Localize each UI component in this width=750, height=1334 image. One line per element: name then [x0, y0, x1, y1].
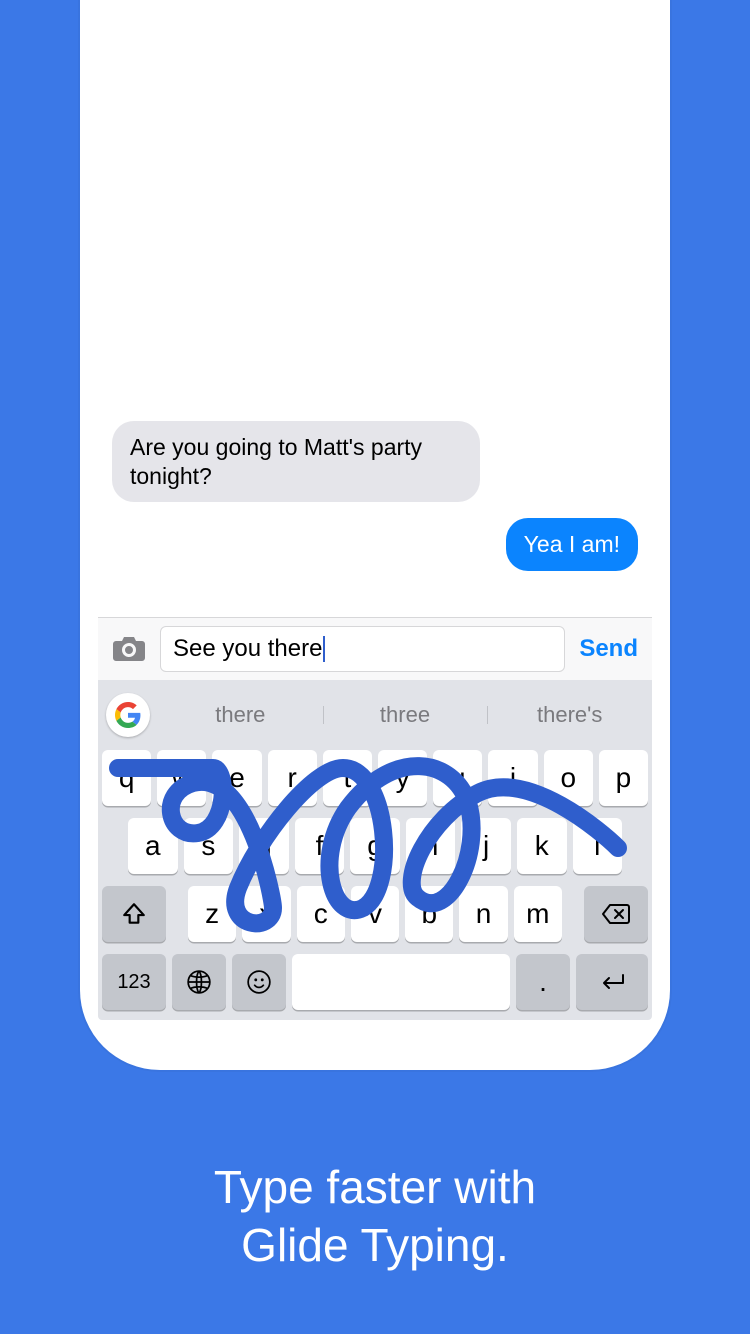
numbers-key[interactable]: 123: [102, 954, 166, 1010]
key-y[interactable]: y: [378, 750, 427, 806]
suggestion-2-text: three: [380, 702, 430, 727]
shift-icon: [121, 901, 147, 927]
globe-key[interactable]: [172, 954, 226, 1010]
key-row-4: 123 .: [98, 948, 652, 1020]
return-icon: [597, 972, 627, 992]
backspace-icon: [601, 902, 631, 926]
compose-bar: See you there Send: [98, 617, 652, 680]
key-x[interactable]: x: [242, 886, 290, 942]
chat-area: Are you going to Matt's party tonight? Y…: [98, 0, 652, 617]
key-u[interactable]: u: [433, 750, 482, 806]
outgoing-message-text: Yea I am!: [524, 531, 620, 557]
keyboard: there three there's q w e r t y u i o p …: [98, 680, 652, 1020]
suggestions: there three there's: [158, 702, 652, 728]
key-row-3: z x c v b n m: [98, 880, 652, 948]
suggestion-1-text: there: [215, 702, 265, 727]
key-m[interactable]: m: [514, 886, 562, 942]
suggestion-3[interactable]: there's: [487, 702, 652, 728]
key-c[interactable]: c: [297, 886, 345, 942]
key-q[interactable]: q: [102, 750, 151, 806]
key-l[interactable]: l: [573, 818, 623, 874]
incoming-message: Are you going to Matt's party tonight?: [112, 421, 480, 503]
tagline: Type faster with Glide Typing.: [0, 1159, 750, 1274]
key-row-2: a s d f g h j k l: [98, 812, 652, 880]
backspace-key[interactable]: [584, 886, 648, 942]
emoji-key[interactable]: [232, 954, 286, 1010]
suggestion-2[interactable]: three: [323, 702, 488, 728]
camera-button[interactable]: [108, 631, 150, 667]
suggestion-3-text: there's: [537, 702, 602, 727]
tagline-line-2: Glide Typing.: [0, 1217, 750, 1275]
shift-key[interactable]: [102, 886, 166, 942]
suggestion-row: there three there's: [98, 686, 652, 744]
key-z[interactable]: z: [188, 886, 236, 942]
phone-frame: Are you going to Matt's party tonight? Y…: [80, 0, 670, 1070]
key-i[interactable]: i: [488, 750, 537, 806]
key-k[interactable]: k: [517, 818, 567, 874]
key-n[interactable]: n: [459, 886, 507, 942]
suggestion-1[interactable]: there: [158, 702, 323, 728]
key-t[interactable]: t: [323, 750, 372, 806]
incoming-message-text: Are you going to Matt's party tonight?: [130, 434, 422, 489]
globe-icon: [186, 969, 212, 995]
key-r[interactable]: r: [268, 750, 317, 806]
phone-screen: Are you going to Matt's party tonight? Y…: [98, 0, 652, 1020]
send-button[interactable]: Send: [575, 635, 642, 663]
period-key[interactable]: .: [516, 954, 570, 1010]
camera-icon: [112, 635, 146, 663]
return-key[interactable]: [576, 954, 648, 1010]
key-s[interactable]: s: [184, 818, 234, 874]
google-icon: [115, 702, 141, 728]
message-input-value: See you there: [173, 635, 322, 663]
google-button[interactable]: [106, 693, 150, 737]
key-o[interactable]: o: [544, 750, 593, 806]
tagline-line-1: Type faster with: [0, 1159, 750, 1217]
space-key[interactable]: [292, 954, 510, 1010]
outgoing-message: Yea I am!: [506, 518, 638, 571]
key-w[interactable]: w: [157, 750, 206, 806]
key-f[interactable]: f: [295, 818, 345, 874]
key-e[interactable]: e: [212, 750, 261, 806]
period-key-label: .: [539, 966, 547, 998]
message-input[interactable]: See you there: [160, 626, 565, 672]
numbers-key-label: 123: [117, 971, 150, 994]
emoji-icon: [246, 969, 272, 995]
key-v[interactable]: v: [351, 886, 399, 942]
key-j[interactable]: j: [461, 818, 511, 874]
key-p[interactable]: p: [599, 750, 648, 806]
text-cursor: [323, 636, 325, 662]
key-g[interactable]: g: [350, 818, 400, 874]
key-d[interactable]: d: [239, 818, 289, 874]
key-h[interactable]: h: [406, 818, 456, 874]
key-row-1: q w e r t y u i o p: [98, 744, 652, 812]
send-button-label: Send: [579, 635, 638, 662]
key-b[interactable]: b: [405, 886, 453, 942]
key-a[interactable]: a: [128, 818, 178, 874]
